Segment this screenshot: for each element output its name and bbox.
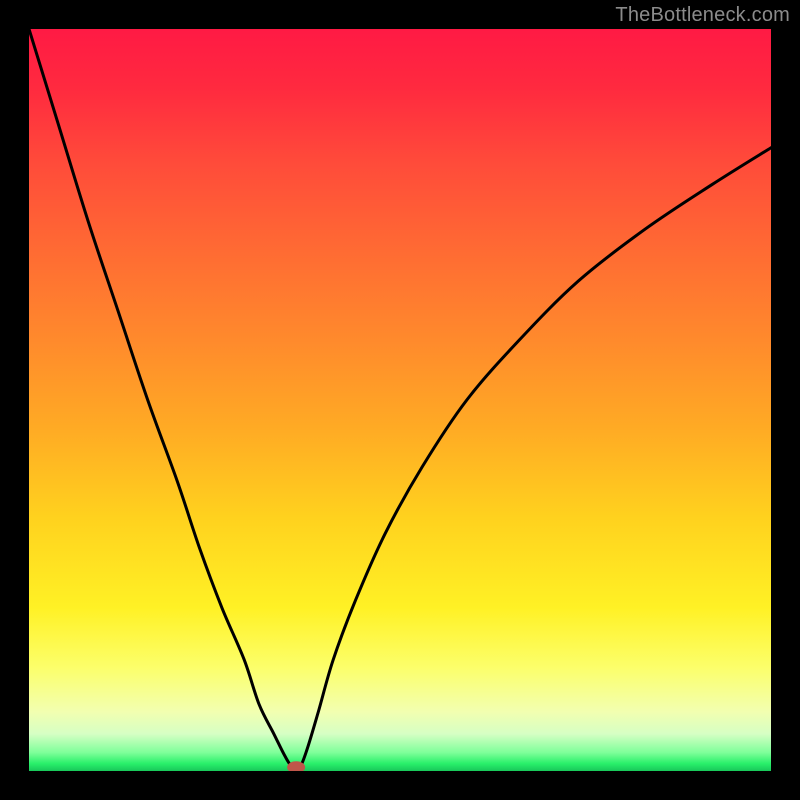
- chart-svg: [29, 29, 771, 771]
- curve-layer: [29, 29, 771, 771]
- plot-area: [29, 29, 771, 771]
- chart-frame: TheBottleneck.com: [0, 0, 800, 800]
- watermark-text: TheBottleneck.com: [615, 4, 790, 27]
- bottleneck-curve: [29, 29, 771, 769]
